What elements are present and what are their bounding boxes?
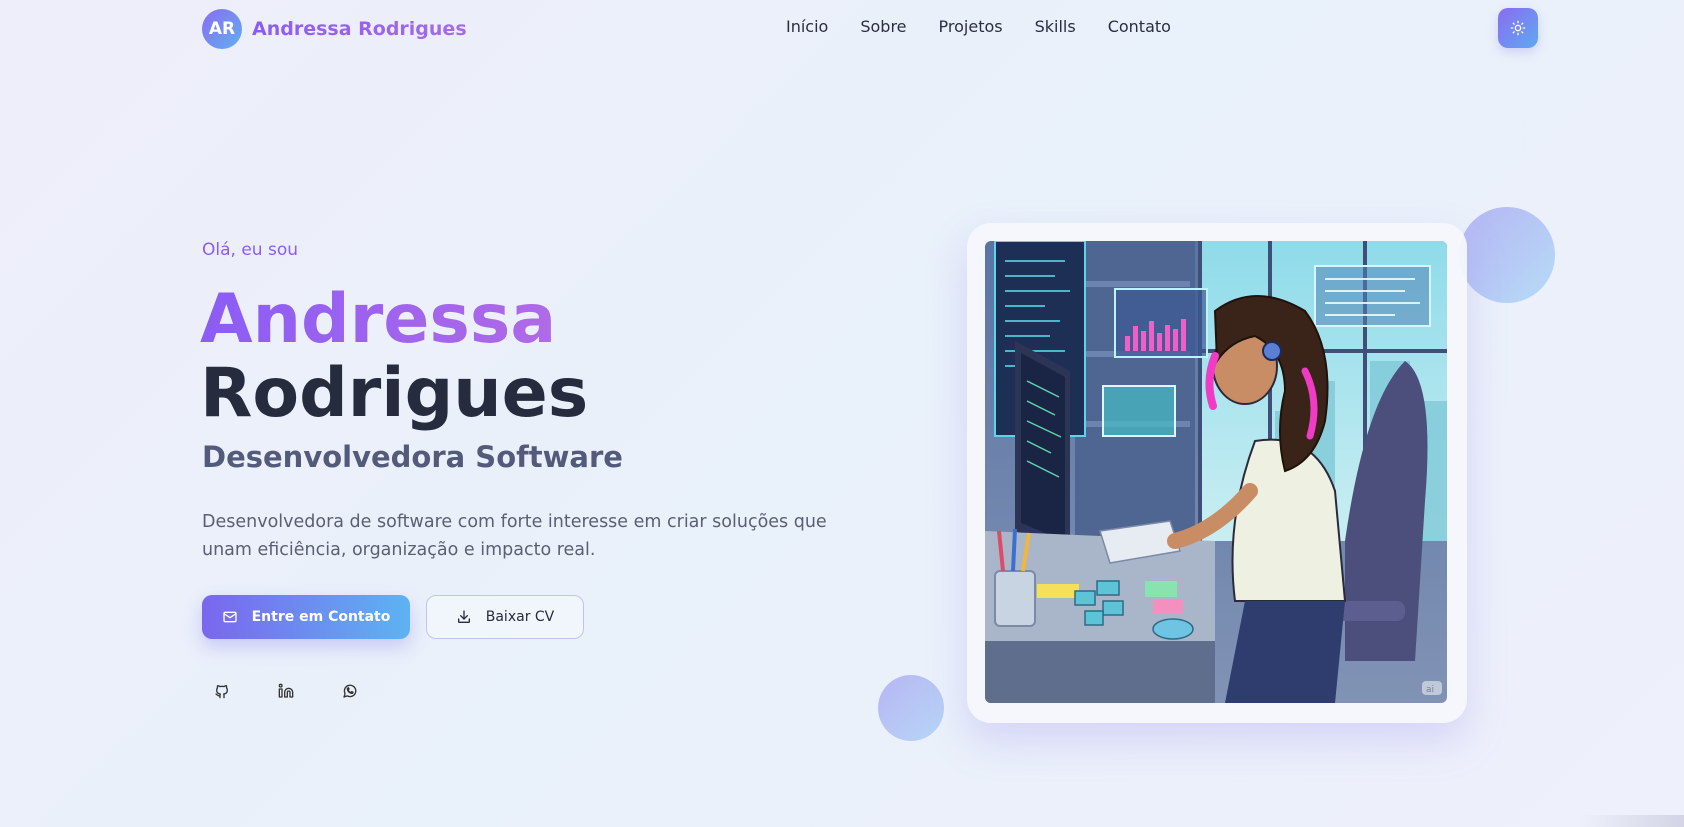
decor-bubble-top xyxy=(1459,207,1555,303)
contact-button[interactable]: Entre em Contato xyxy=(202,595,410,639)
linkedin-icon xyxy=(278,683,294,698)
nav-item-sobre[interactable]: Sobre xyxy=(844,17,922,36)
hero-role: Desenvolvedora Software xyxy=(202,440,623,474)
github-icon xyxy=(215,685,228,699)
nav-item-inicio[interactable]: Início xyxy=(770,17,844,36)
linkedin-link[interactable] xyxy=(266,674,306,708)
developer-illustration: ai xyxy=(985,241,1447,703)
brand[interactable]: AR Andressa Rodrigues xyxy=(202,9,467,49)
contact-button-label: Entre em Contato xyxy=(251,609,391,625)
image-watermark: ai xyxy=(1426,685,1434,695)
navbar: AR Andressa Rodrigues Início Sobre Proje… xyxy=(0,0,1684,58)
hero-last-name: Rodrigues xyxy=(200,354,589,433)
bottom-edge-fade xyxy=(1580,815,1684,827)
brand-logo: AR xyxy=(202,9,242,49)
sun-icon xyxy=(1510,20,1526,36)
download-cv-label: Baixar CV xyxy=(485,609,555,625)
download-cv-button[interactable]: Baixar CV xyxy=(426,595,584,639)
hero-greeting: Olá, eu sou xyxy=(202,240,298,260)
theme-toggle-button[interactable] xyxy=(1498,8,1538,48)
whatsapp-icon xyxy=(343,684,357,698)
hero-first-name: Andressa xyxy=(200,280,557,359)
hero-description: Desenvolvedora de software com forte int… xyxy=(202,512,827,560)
download-icon xyxy=(457,610,470,623)
nav-item-contato[interactable]: Contato xyxy=(1092,17,1187,36)
brand-name: Andressa Rodrigues xyxy=(252,18,467,40)
whatsapp-link[interactable] xyxy=(330,674,370,708)
mail-icon xyxy=(222,611,237,623)
nav-item-projetos[interactable]: Projetos xyxy=(923,17,1019,36)
nav-menu: Início Sobre Projetos Skills Contato xyxy=(770,17,1187,36)
decor-bubble-bottom xyxy=(878,675,944,741)
hero-image-card: ai xyxy=(967,223,1467,723)
github-link[interactable] xyxy=(202,674,242,708)
social-links xyxy=(202,674,370,708)
nav-item-skills[interactable]: Skills xyxy=(1019,17,1092,36)
